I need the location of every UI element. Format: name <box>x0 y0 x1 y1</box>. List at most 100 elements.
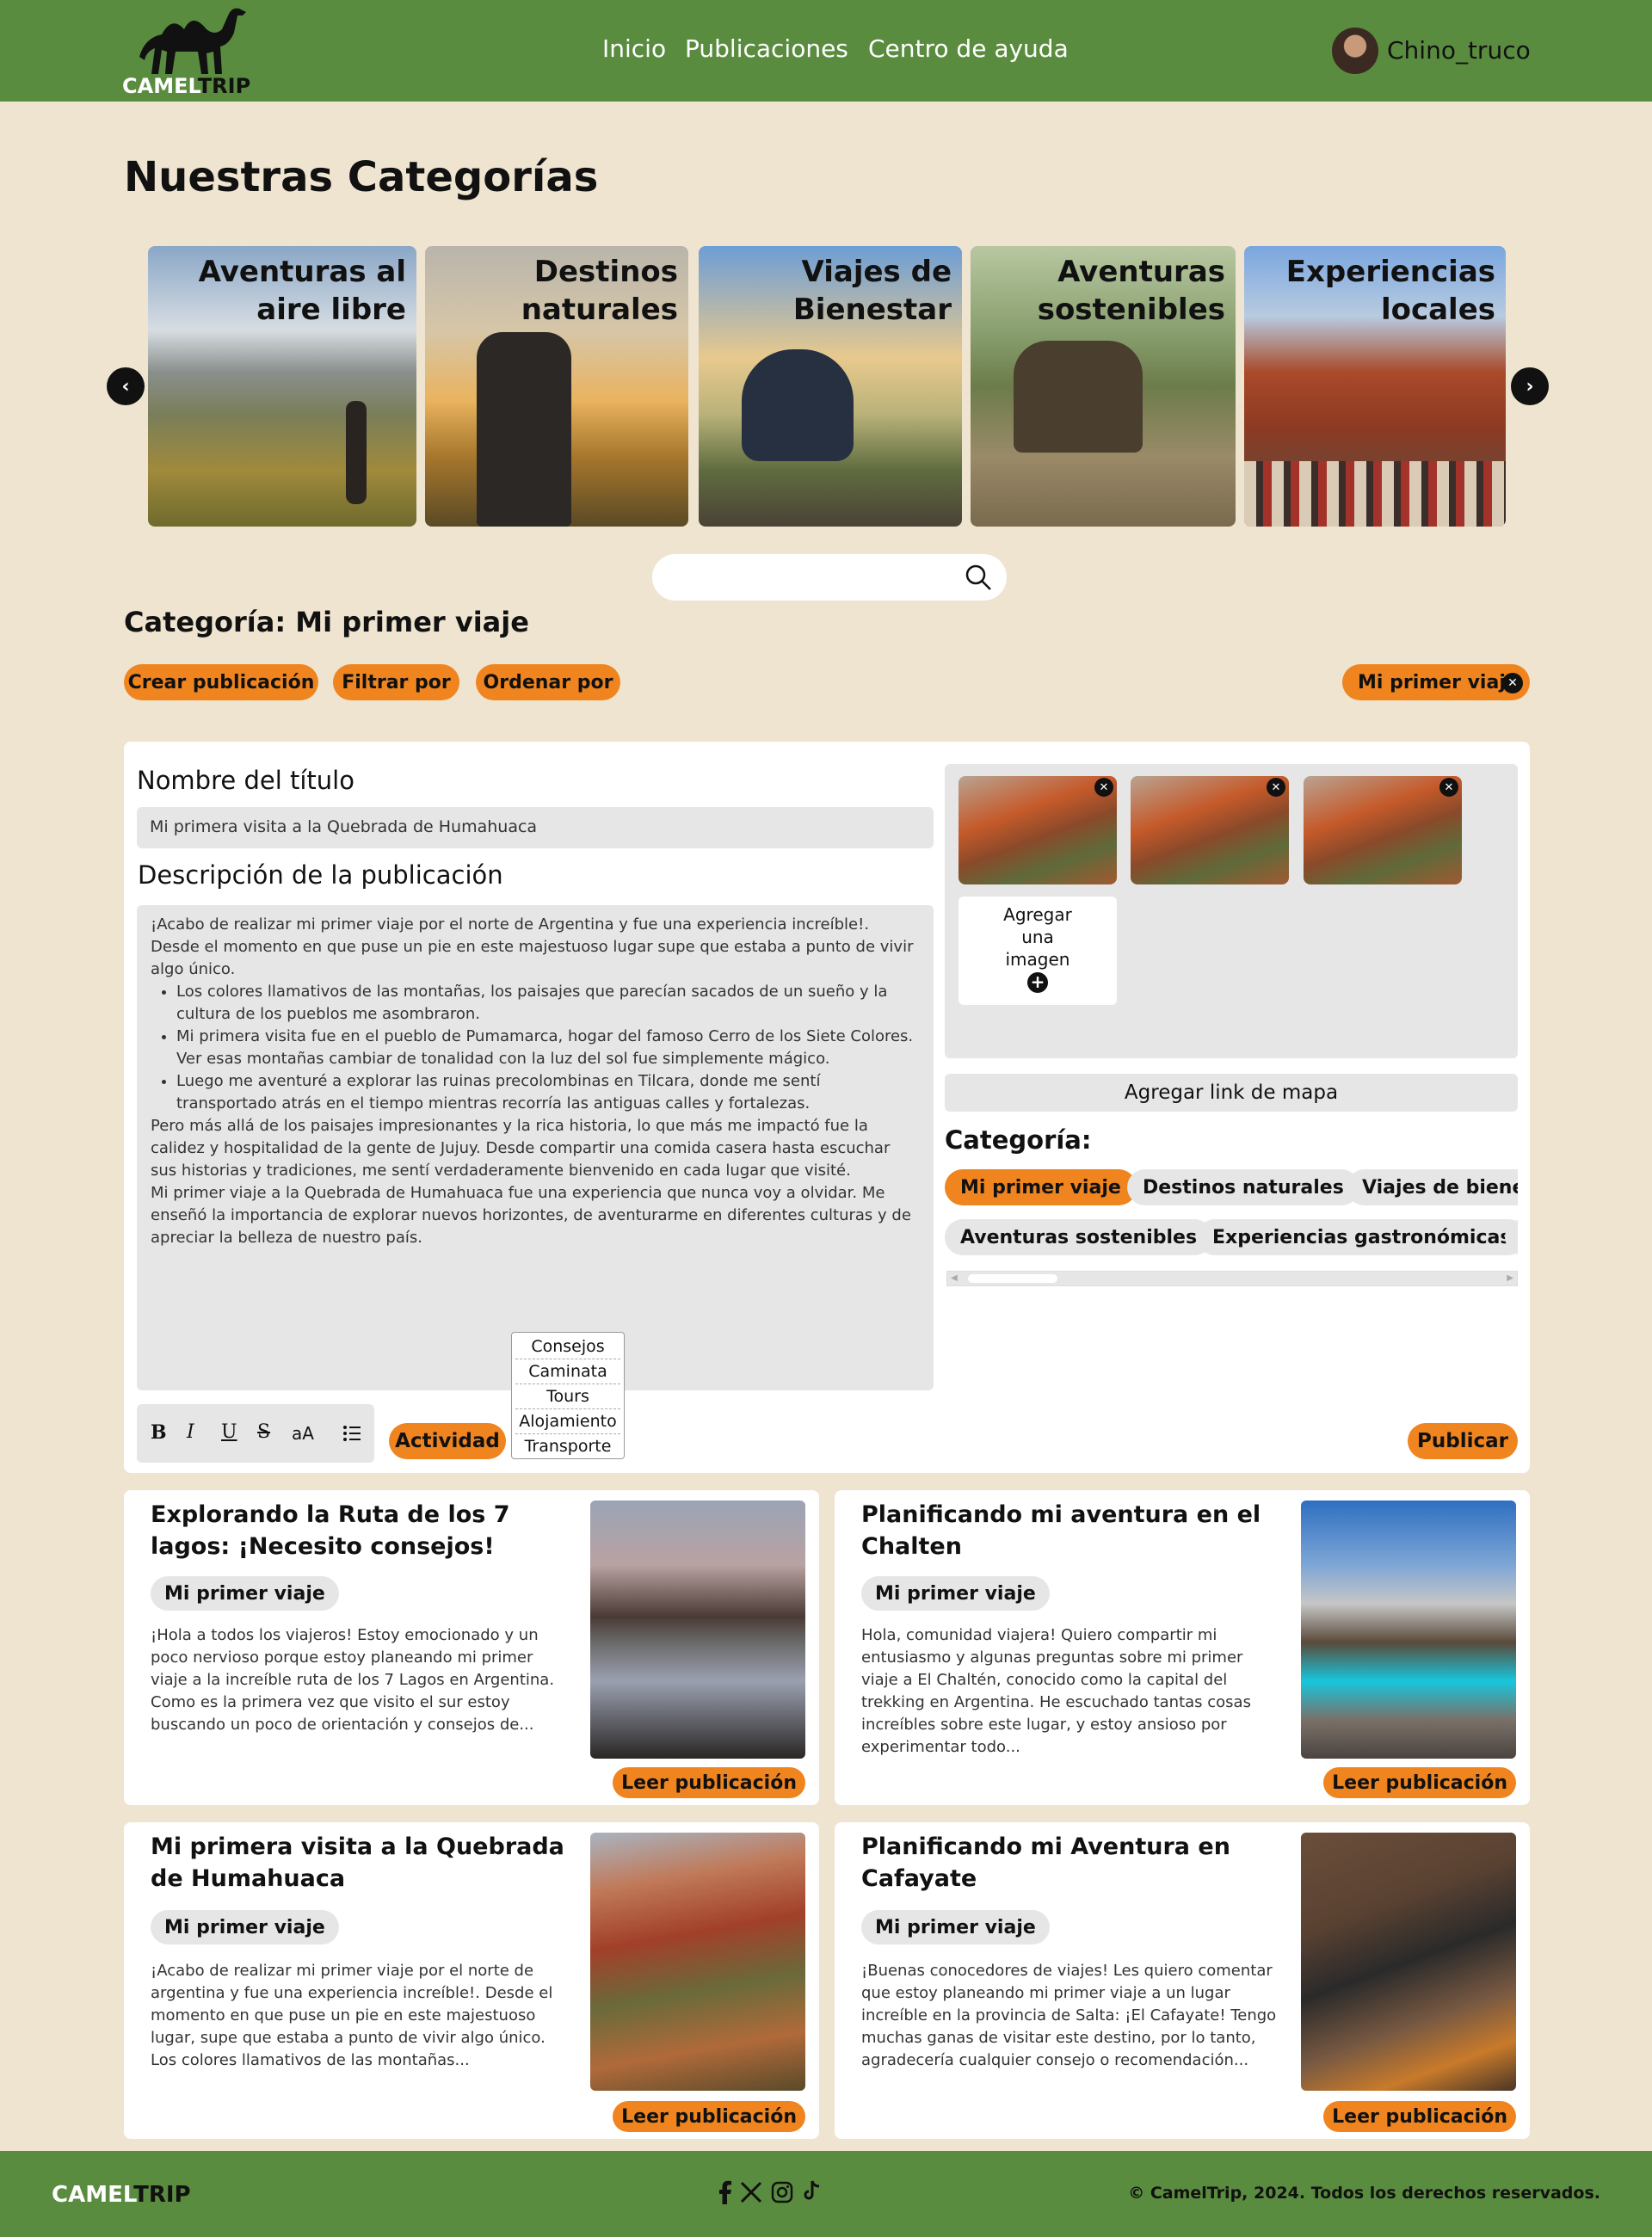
category-chip-destinos-naturales[interactable]: Destinos naturales <box>1127 1169 1359 1205</box>
formatting-toolbar: B I U S aA <box>137 1404 374 1463</box>
description-paragraph: Mi primer viaje a la Quebrada de Humahua… <box>151 1184 911 1247</box>
read-post-button[interactable]: Leer publicación <box>613 2101 805 2132</box>
category-label-line1: Experiencias <box>1285 255 1495 289</box>
category-label-line2: naturales <box>521 293 678 327</box>
avatar[interactable] <box>1332 28 1378 74</box>
title-input[interactable]: Mi primera visita a la Quebrada de Humah… <box>137 807 934 848</box>
post-card[interactable]: Planificando mi aventura en el Chalten M… <box>835 1490 1530 1805</box>
editor-category-label: Categoría: <box>945 1125 1092 1155</box>
post-title[interactable]: Explorando la Ruta de los 7 lagos: ¡Nece… <box>151 1499 572 1562</box>
post-excerpt: ¡Buenas conocedores de viajes! Les quier… <box>861 1962 1277 2069</box>
activity-option-alojamiento[interactable]: Alojamiento <box>515 1409 620 1434</box>
underline-button[interactable]: U <box>221 1421 237 1443</box>
post-title[interactable]: Planificando mi aventura en el Chalten <box>861 1499 1283 1562</box>
footer-logo-trip: TRIP <box>133 2182 191 2208</box>
remove-image-icon[interactable]: ✕ <box>1439 778 1458 797</box>
activity-option-caminata[interactable]: Caminata <box>515 1359 620 1384</box>
logo-text-trip: TRIP <box>197 74 251 98</box>
italic-button[interactable]: I <box>187 1421 194 1443</box>
bullet-list-icon[interactable] <box>342 1423 362 1444</box>
search-input[interactable] <box>669 563 945 592</box>
post-card[interactable]: Mi primera visita a la Quebrada de Humah… <box>124 1822 819 2139</box>
instagram-icon[interactable] <box>771 2181 793 2203</box>
active-filter-label: Mi primer viaje <box>1358 671 1519 693</box>
sort-button[interactable]: Ordenar por <box>476 664 620 700</box>
post-category-tag: Mi primer viaje <box>861 1910 1050 1944</box>
page-title: Nuestras Categorías <box>124 153 599 201</box>
post-card[interactable]: Explorando la Ruta de los 7 lagos: ¡Nece… <box>124 1490 819 1805</box>
carousel-prev-button[interactable]: ‹ <box>107 367 145 405</box>
meditating-figure <box>742 349 854 461</box>
add-image-label-1: Agregar <box>1003 904 1072 925</box>
tiktok-icon[interactable] <box>802 2180 821 2203</box>
bold-button[interactable]: B <box>151 1421 167 1444</box>
scroll-left-arrow[interactable]: ◀ <box>951 1273 958 1283</box>
copyright-text: © CamelTrip, 2024. Todos los derechos re… <box>1128 2184 1600 2203</box>
read-post-button[interactable]: Leer publicación <box>1323 1767 1516 1798</box>
username[interactable]: Chino_truco <box>1387 36 1531 65</box>
strikethrough-button[interactable]: S <box>257 1421 270 1443</box>
font-size-button[interactable]: aA <box>292 1423 314 1444</box>
category-chip-aventuras-sostenibles[interactable]: Aventuras sostenibles <box>945 1219 1213 1255</box>
post-excerpt: ¡Acabo de realizar mi primer viaje por e… <box>151 1962 553 2069</box>
read-post-button[interactable]: Leer publicación <box>1323 2101 1516 2132</box>
image-thumbnail[interactable]: ✕ <box>1131 776 1289 884</box>
read-post-button[interactable]: Leer publicación <box>613 1767 805 1798</box>
post-title[interactable]: Mi primera visita a la Quebrada de Humah… <box>151 1831 572 1895</box>
logo-text-camel: CAMEL <box>122 74 198 98</box>
horizontal-scrollbar[interactable]: ◀ ▶ <box>946 1271 1518 1286</box>
activity-option-transporte[interactable]: Transporte <box>515 1434 620 1459</box>
add-image-label-2: una <box>1021 927 1054 947</box>
footer-logo[interactable]: CAMELTRIP <box>52 2182 191 2208</box>
post-category-tag: Mi primer viaje <box>151 1576 339 1611</box>
facebook-icon[interactable] <box>718 2180 733 2204</box>
category-chip-viajes-de-bienestar[interactable]: Viajes de bienes <box>1347 1169 1518 1205</box>
create-post-button[interactable]: Crear publicación <box>124 664 318 700</box>
category-heading: Categoría: Mi primer viaje <box>124 606 529 638</box>
search-bar <box>652 554 1007 601</box>
planter-figure <box>1014 341 1143 453</box>
category-card-aventuras-al-aire-libre[interactable]: Aventuras al aire libre <box>148 246 416 527</box>
category-chip-mi-primer-viaje[interactable]: Mi primer viaje <box>945 1169 1137 1205</box>
activity-option-tours[interactable]: Tours <box>515 1384 620 1409</box>
publish-button[interactable]: Publicar <box>1408 1423 1518 1459</box>
remove-image-icon[interactable]: ✕ <box>1094 778 1113 797</box>
nav-centro-de-ayuda[interactable]: Centro de ayuda <box>868 34 1069 63</box>
post-title[interactable]: Planificando mi Aventura en Cafayate <box>861 1831 1283 1895</box>
nav-inicio[interactable]: Inicio <box>602 34 666 63</box>
post-card[interactable]: Planificando mi Aventura en Cafayate Mi … <box>835 1822 1530 2139</box>
category-card-experiencias-locales[interactable]: Experiencias locales <box>1244 246 1506 527</box>
description-bullet: Mi primera visita fue en el pueblo de Pu… <box>176 1026 920 1070</box>
active-filter-chip[interactable]: Mi primer viaje ✕ <box>1342 664 1530 700</box>
remove-image-icon[interactable]: ✕ <box>1267 778 1285 797</box>
category-label-line2: aire libre <box>256 293 406 327</box>
x-icon[interactable] <box>740 2181 762 2203</box>
category-card-destinos-naturales[interactable]: Destinos naturales <box>425 246 688 527</box>
nav-publicaciones[interactable]: Publicaciones <box>685 34 848 63</box>
image-thumbnail[interactable]: ✕ <box>959 776 1117 884</box>
scroll-thumb[interactable] <box>968 1274 1057 1283</box>
activity-dropdown-button[interactable]: Actividad <box>389 1423 506 1459</box>
post-image <box>590 1833 805 2091</box>
carousel-next-button[interactable]: › <box>1511 367 1549 405</box>
close-icon[interactable]: ✕ <box>1502 673 1523 693</box>
top-navbar: CAMELTRIP Inicio Publicaciones Centro de… <box>0 0 1652 102</box>
add-map-link-button[interactable]: Agregar link de mapa <box>945 1074 1518 1112</box>
post-image <box>1301 1833 1516 2091</box>
search-icon[interactable] <box>964 563 993 592</box>
add-image-button[interactable]: Agregar una imagen + <box>959 897 1117 1005</box>
category-label-line1: Aventuras al <box>198 255 406 289</box>
scroll-right-arrow[interactable]: ▶ <box>1507 1273 1513 1283</box>
logo[interactable]: CAMELTRIP <box>120 3 267 98</box>
description-field-label: Descripción de la publicación <box>138 860 503 890</box>
post-excerpt: Hola, comunidad viajera! Quiero comparti… <box>861 1626 1251 1756</box>
filter-button[interactable]: Filtrar por <box>333 664 459 700</box>
image-thumbnail[interactable]: ✕ <box>1304 776 1462 884</box>
category-card-aventuras-sostenibles[interactable]: Aventuras sostenibles <box>971 246 1236 527</box>
category-chip-experiencias-gastronomicas[interactable]: Experiencias gastronómicas <box>1197 1219 1518 1255</box>
post-image <box>1301 1501 1516 1759</box>
plus-circle-icon: + <box>1027 972 1048 993</box>
description-textarea[interactable]: ¡Acabo de realizar mi primer viaje por e… <box>137 905 934 1390</box>
category-card-viajes-de-bienestar[interactable]: Viajes de Bienestar <box>699 246 962 527</box>
activity-option-consejos[interactable]: Consejos <box>515 1334 620 1359</box>
